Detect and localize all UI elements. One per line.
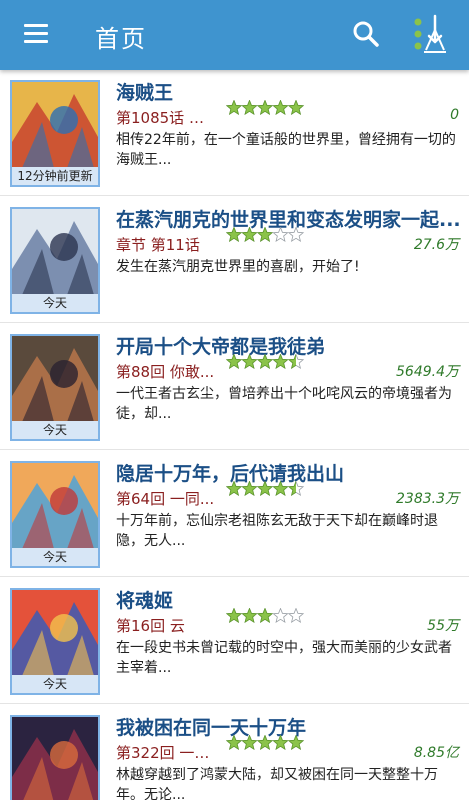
list-item[interactable]: 12分钟前更新 海贼王 第1085话 试... 0 相传22年前，在一个童话般的… [0,70,469,196]
rating-stars [226,354,305,369]
latest-chapter: 第64回 一同... [116,490,215,508]
cover-image[interactable]: 今天 [10,334,100,441]
rating-stars [226,481,305,496]
star-filled-icon [226,735,242,750]
more-options-icon [414,14,446,53]
star-filled-icon [226,227,242,242]
cover-image[interactable]: 今天 [10,588,100,695]
list-item[interactable]: 今天 隐居十万年，后代请我出山 第64回 一同... 2383.3万 十万年前，… [0,451,469,577]
latest-chapter: 章节 第11话 [116,236,200,254]
cover-image[interactable]: 今天 [10,715,100,800]
star-filled-icon [257,735,273,750]
latest-chapter: 第322回 一个... [116,744,218,762]
star-filled-icon [257,100,273,115]
star-icon [272,608,289,623]
star-icon [287,608,305,623]
star-filled-icon [257,354,273,369]
comic-description: 相传22年前，在一个童话般的世界里，曾经拥有一切的海贼王... [116,132,456,168]
rating-stars [226,608,305,623]
cover-art [12,209,98,295]
view-count: 55万 [427,618,459,634]
more-options-button[interactable] [408,12,458,58]
update-time-label: 今天 [12,675,98,693]
menu-icon-line [24,24,48,27]
update-time-label: 12分钟前更新 [12,167,98,185]
star-filled-icon [226,100,242,115]
menu-button[interactable] [16,18,56,52]
star-filled-icon [288,735,304,750]
cover-art [12,717,98,800]
menu-icon-line [24,32,48,35]
cover-image[interactable]: 今天 [10,461,100,568]
view-count: 8.85亿 [413,745,459,761]
star-filled-icon [226,481,242,496]
star-filled-icon [241,481,258,496]
star-filled-icon [226,608,242,623]
update-time-label: 今天 [12,294,98,312]
star-filled-icon [241,100,258,115]
star-filled-icon [288,100,304,115]
page-title: 首页 [95,25,147,53]
view-count: 2383.3万 [396,491,459,507]
star-filled-icon [272,354,289,369]
star-filled-icon [257,608,273,623]
search-icon [353,21,379,47]
view-count: 5649.4万 [396,364,459,380]
star-filled-icon [272,481,289,496]
comic-description: 在一段史书未曾记载的时空中，强大而美丽的少女武者主宰着... [116,640,452,676]
comic-description: 十万年前，忘仙宗老祖陈玄无敌于天下却在巅峰时退隐，无人... [116,513,438,549]
latest-chapter: 第1085话 试... [116,109,218,127]
cover-art [12,82,98,168]
latest-chapter: 第16回 云 [116,617,185,635]
cover-image[interactable]: 今天 [10,207,100,314]
star-filled-icon [272,735,289,750]
list-item[interactable]: 今天 开局十个大帝都是我徒弟 第88回 你敢... 5649.4万 一代王者古玄… [0,324,469,450]
star-filled-icon [241,227,258,242]
star-filled-icon [272,100,289,115]
cover-art [12,590,98,676]
app-bar: 首页 [0,0,469,70]
menu-icon-line [24,40,48,43]
view-count: 27.6万 [413,237,459,253]
rating-stars [226,735,305,750]
list-item[interactable]: 今天 我被困在同一天十万年 第322回 一个... 8.85亿 林越穿越到了鸿蒙… [0,705,469,800]
star-filled-icon [257,481,273,496]
star-icon [287,227,305,242]
star-filled-icon [241,735,258,750]
cover-art [12,463,98,549]
list-item[interactable]: 今天 将魂姬 第16回 云 55万 在一段史书未曾记载的时空中，强大而美丽的少女… [0,578,469,704]
comic-list[interactable]: 12分钟前更新 海贼王 第1085话 试... 0 相传22年前，在一个童话般的… [0,70,469,800]
update-time-label: 今天 [12,548,98,566]
star-filled-icon [257,227,273,242]
rating-stars [226,100,305,115]
star-filled-icon [241,354,258,369]
list-item[interactable]: 今天 在蒸汽朋克的世界里和变态发明家一起... 章节 第11话 27.6万 发生… [0,197,469,323]
view-count: 0 [450,107,459,123]
update-time-label: 今天 [12,421,98,439]
star-filled-icon [241,608,258,623]
comic-description: 一代王者古玄尘，曾培养出十个叱咤风云的帝境强者为徒，却... [116,386,452,422]
rating-stars [226,227,305,242]
comic-description: 林越穿越到了鸿蒙大陆，却又被困在同一天整整十万年。无论... [116,767,438,800]
star-icon [272,227,289,242]
latest-chapter: 第88回 你敢... [116,363,215,381]
cover-image[interactable]: 12分钟前更新 [10,80,100,187]
cover-art [12,336,98,422]
star-filled-icon [226,354,242,369]
search-button[interactable] [348,16,384,52]
comic-description: 发生在蒸汽朋克世界里的喜剧，开始了! [116,259,360,275]
